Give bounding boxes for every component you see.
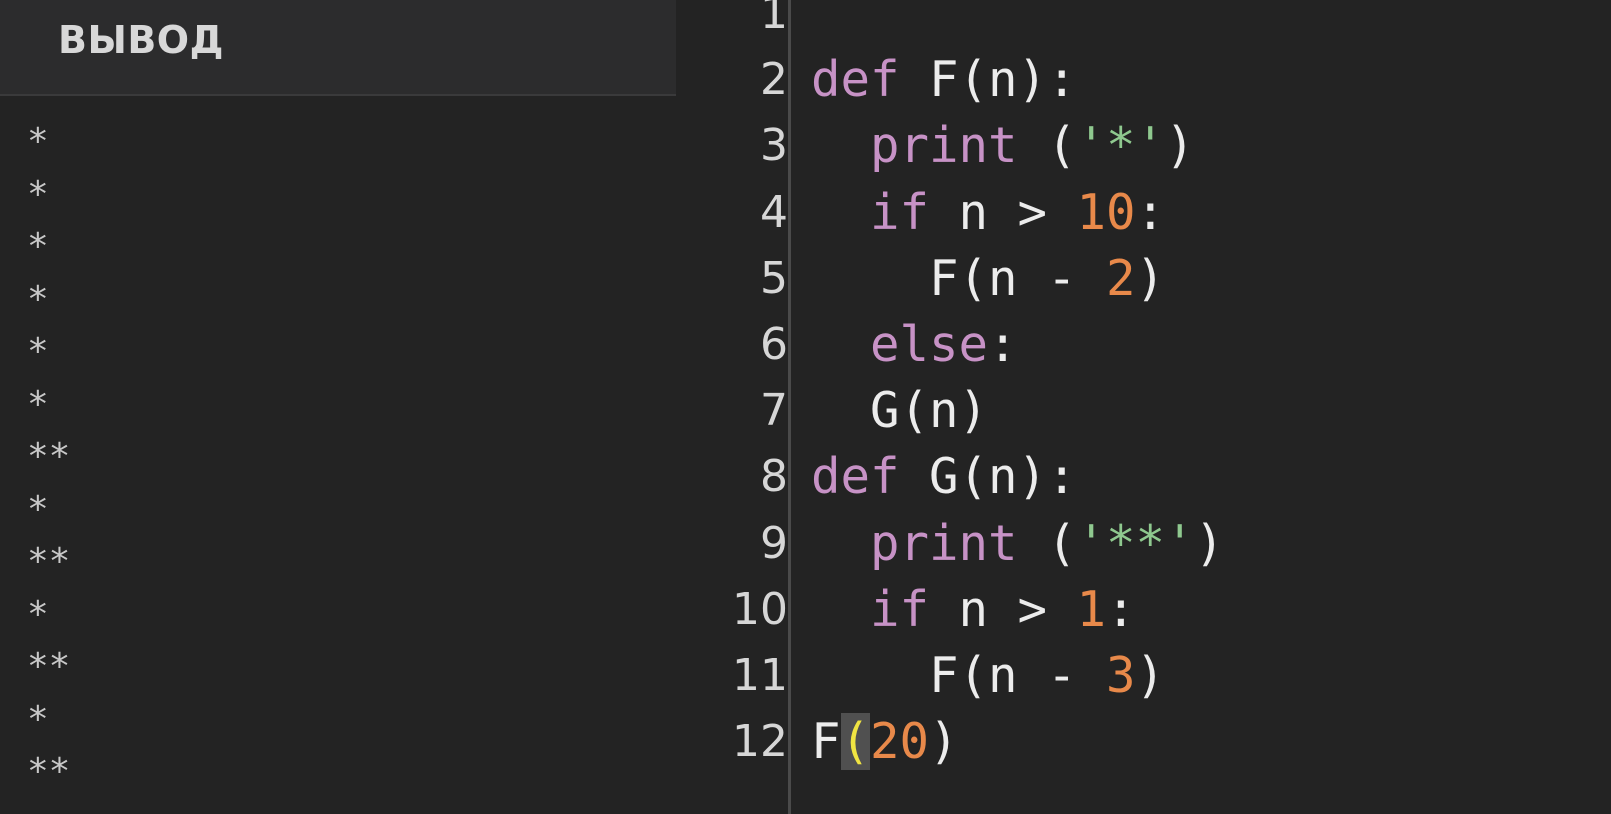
- line-number: 7: [760, 385, 788, 437]
- line-number: 1: [760, 0, 788, 39]
- line-number-gutter: 1 2 3 4 5 6 7 8 9 10 11 12: [676, 0, 788, 814]
- output-line: *: [27, 593, 49, 635]
- code-token: ): [1135, 647, 1166, 704]
- code-token: 10: [1076, 183, 1136, 241]
- output-line: *: [27, 488, 49, 530]
- code-token: ): [1194, 514, 1225, 572]
- output-line: *: [27, 278, 49, 320]
- code-token: G(n): [811, 382, 989, 440]
- code-line[interactable]: else:: [811, 311, 1018, 379]
- code-token: def: [811, 448, 900, 506]
- line-number: 4: [760, 186, 788, 238]
- code-line[interactable]: F(n - 3): [811, 642, 1165, 710]
- code-token: n >: [929, 580, 1077, 638]
- code-token: (: [1017, 514, 1077, 572]
- code-token: print: [870, 514, 1018, 572]
- code-line[interactable]: print ('*'): [811, 112, 1195, 180]
- code-editor[interactable]: 1 2 3 4 5 6 7 8 9 10 11 12 def F(n): print ('*') if…: [676, 0, 1611, 814]
- line-number: 10: [732, 583, 788, 635]
- code-token: 20: [870, 713, 930, 771]
- code-token: (: [1017, 117, 1077, 175]
- code-token: :: [988, 316, 1018, 373]
- code-token: else: [870, 316, 989, 373]
- output-line: **: [27, 436, 71, 477]
- line-number: 12: [732, 716, 788, 768]
- output-list: * * * * * * ** * ** * ** * **: [27, 116, 70, 799]
- code-token: n >: [929, 183, 1077, 241]
- code-token: ): [929, 713, 959, 771]
- code-line[interactable]: if n > 1:: [811, 576, 1136, 644]
- output-line: *: [27, 383, 49, 425]
- output-header: ВЫВОД: [0, 0, 676, 96]
- code-token: :: [1135, 183, 1166, 241]
- code-token: F: [811, 713, 841, 771]
- code-line[interactable]: def F(n):: [811, 46, 1077, 114]
- code-token: ): [1165, 117, 1195, 175]
- code-token: ): [1135, 249, 1166, 307]
- code-token: def: [811, 51, 900, 109]
- line-number: 5: [760, 252, 788, 304]
- code-token: F(n):: [899, 51, 1077, 109]
- line-number: 8: [760, 451, 788, 503]
- line-number: 6: [760, 319, 788, 370]
- output-line: **: [27, 646, 71, 687]
- line-number: 9: [760, 517, 788, 569]
- code-token: 3: [1106, 647, 1136, 704]
- code-token: '**': [1076, 514, 1195, 572]
- output-line: *: [27, 173, 49, 215]
- code-line[interactable]: def G(n):: [811, 443, 1077, 511]
- output-line: *: [27, 121, 49, 162]
- code-line[interactable]: print ('**'): [811, 510, 1224, 578]
- output-line: **: [27, 751, 71, 792]
- code-line[interactable]: if n > 10:: [811, 179, 1165, 247]
- line-number: 11: [732, 650, 788, 701]
- output-line: *: [27, 226, 49, 267]
- code-token: G(n):: [899, 448, 1077, 506]
- code-token: print: [870, 117, 1018, 175]
- code-token: F(n -: [811, 249, 1107, 307]
- line-number: 3: [760, 120, 788, 172]
- code-token: 1: [1076, 580, 1107, 638]
- gutter-divider: [788, 0, 791, 814]
- code-token: 2: [1106, 249, 1136, 307]
- line-number: 2: [760, 54, 788, 106]
- code-token: F(n -: [811, 647, 1107, 704]
- output-line: *: [27, 331, 49, 372]
- code-line[interactable]: G(n): [811, 377, 988, 445]
- output-title: ВЫВОД: [58, 18, 224, 62]
- code-token: '*': [1076, 117, 1166, 175]
- code-token: if: [870, 183, 930, 241]
- code-token: if: [870, 580, 930, 638]
- code-line[interactable]: F(20): [811, 708, 959, 776]
- output-line: **: [27, 541, 71, 582]
- output-panel: ВЫВОД * * * * * * ** * ** * ** * **: [0, 0, 676, 814]
- code-line[interactable]: F(n - 2): [811, 245, 1165, 313]
- code-token: :: [1106, 580, 1136, 638]
- matched-bracket: (: [840, 713, 871, 771]
- output-line: *: [27, 698, 49, 740]
